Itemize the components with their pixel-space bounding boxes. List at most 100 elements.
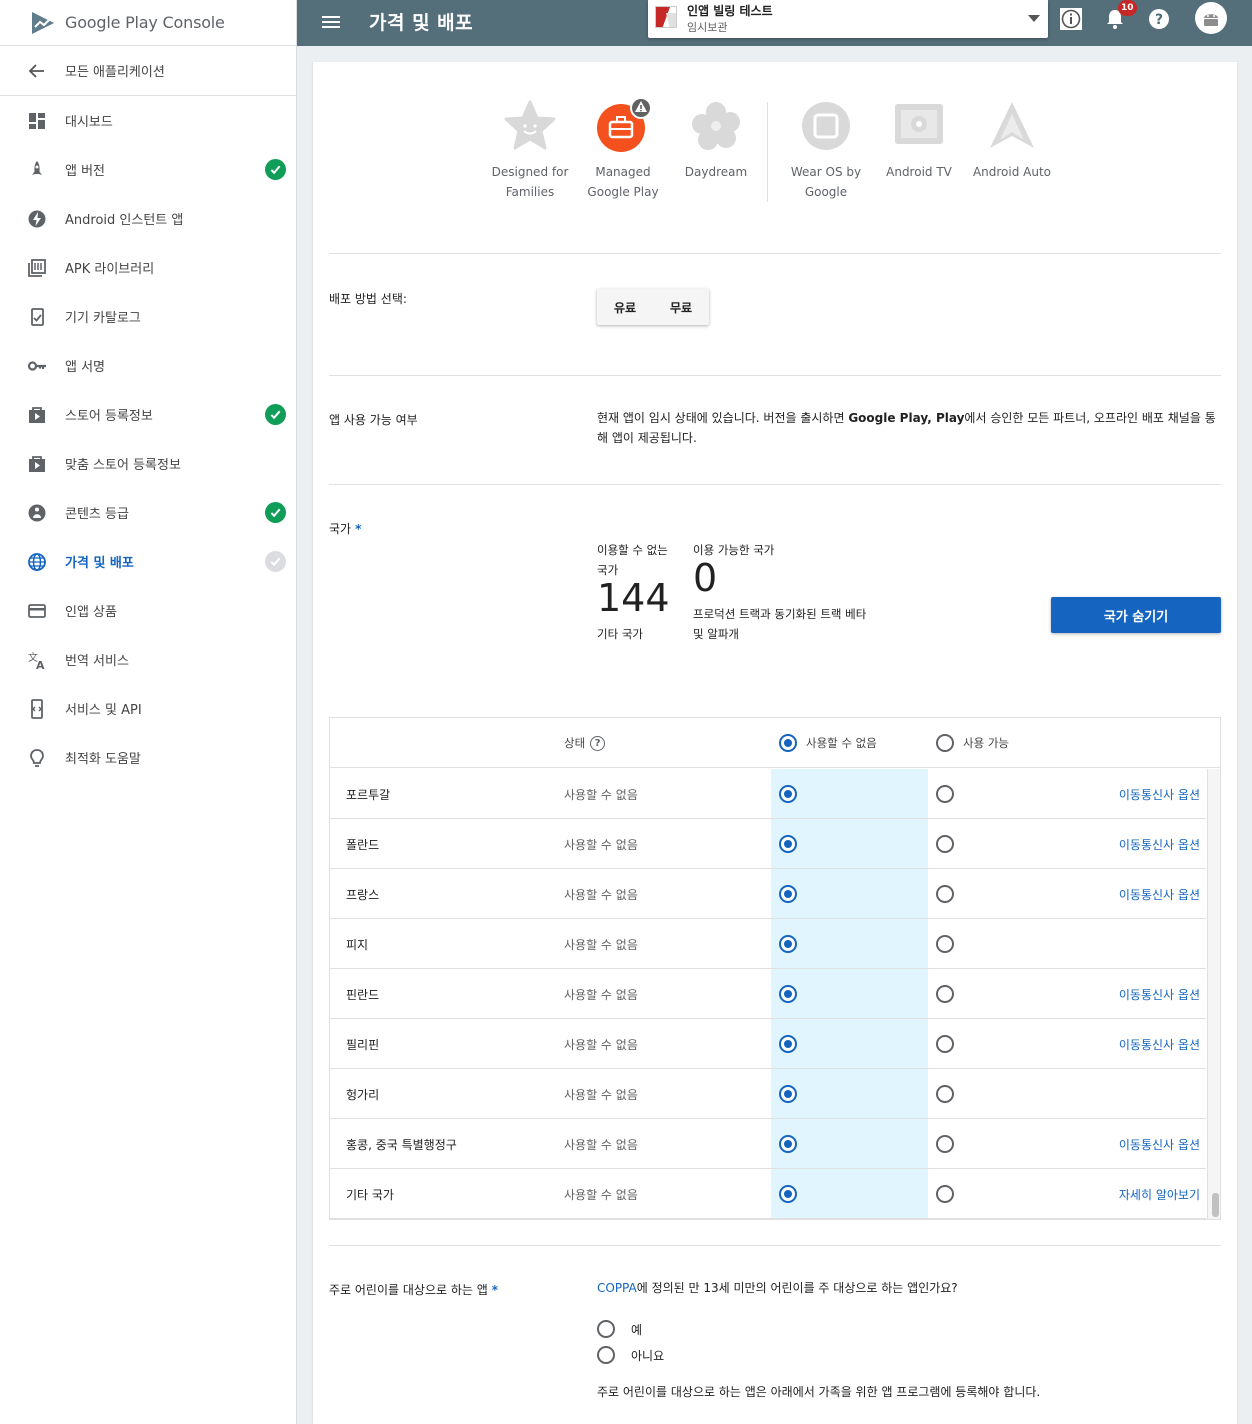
header-unavailable-all[interactable]: 사용할 수 없음	[779, 734, 877, 752]
sidebar-item-4[interactable]: 기기 카탈로그	[0, 292, 296, 341]
radio-unavailable[interactable]	[779, 1185, 797, 1203]
carrier-options-link[interactable]: 이동통신사 옵션	[1119, 786, 1200, 803]
info-icon[interactable]	[1059, 7, 1083, 31]
radio-unavailable[interactable]	[779, 985, 797, 1003]
scrollbar-thumb[interactable]	[1212, 1193, 1219, 1217]
sidebar-item-8[interactable]: 콘텐츠 등급	[0, 488, 296, 537]
radio-available[interactable]	[936, 985, 954, 1003]
credit-card-icon	[26, 600, 48, 622]
check-circle-icon	[265, 159, 286, 180]
option-no[interactable]: 아니요	[597, 1346, 664, 1364]
translate-icon: 文A	[26, 649, 48, 671]
help-icon[interactable]: ?	[1147, 7, 1171, 31]
sidebar: Google Play Console 모든 애플리케이션 대시보드앱 버전 An…	[0, 0, 297, 1424]
country-status: 사용할 수 없음	[564, 788, 638, 802]
sidebar-item-7[interactable]: 맞춤 스토어 등록정보	[0, 439, 296, 488]
required-asterisk: *	[355, 522, 362, 536]
paid-option[interactable]: 유료	[614, 299, 636, 316]
free-option[interactable]: 무료	[670, 299, 692, 316]
carrier-options-link[interactable]: 이동통신사 옵션	[1119, 986, 1200, 1003]
option-yes[interactable]: 예	[597, 1320, 642, 1338]
sidebar-item-12[interactable]: 서비스 및 API	[0, 684, 296, 733]
radio-available[interactable]	[936, 1185, 954, 1203]
watch-icon	[798, 98, 854, 154]
availability-text-part: 현재 앱이 임시 상태에 있습니다. 버전을 출시하면	[597, 411, 849, 425]
sidebar-item-label: 맞춤 스토어 등록정보	[65, 458, 181, 473]
radio-available[interactable]	[936, 1135, 954, 1153]
sidebar-nav: 대시보드앱 버전 Android 인스턴트 앱 APK 라이브러리 기기 카탈로그 앱 …	[0, 96, 296, 782]
play-console-logo-icon	[32, 11, 54, 34]
radio-unavailable[interactable]	[779, 885, 797, 903]
carrier-options-link[interactable]: 이동통신사 옵션	[1119, 1036, 1200, 1053]
sidebar-item-6[interactable]: 스토어 등록정보	[0, 390, 296, 439]
radio-unavailable[interactable]	[779, 1135, 797, 1153]
hide-countries-button[interactable]: 국가 숨기기	[1051, 597, 1221, 633]
radio-available[interactable]	[936, 885, 954, 903]
carrier-options-link[interactable]: 이동통신사 옵션	[1119, 1136, 1200, 1153]
topbar: 가격 및 배포 인앱 빌링 테스트 임시보관 10 ?	[297, 0, 1252, 46]
radio-unavailable[interactable]	[779, 1085, 797, 1103]
radio-available[interactable]	[936, 1035, 954, 1053]
country-status: 사용할 수 없음	[564, 1188, 638, 1202]
sidebar-item-9[interactable]: 가격 및 배포	[0, 537, 296, 586]
sidebar-item-3[interactable]: APK 라이브러리	[0, 243, 296, 292]
coppa-link[interactable]: COPPA	[597, 1281, 637, 1295]
back-to-all-apps[interactable]: 모든 애플리케이션	[0, 46, 296, 96]
radio-available[interactable]	[936, 785, 954, 803]
radio-unavailable[interactable]	[779, 935, 797, 953]
sidebar-item-label: 콘텐츠 등급	[65, 507, 129, 522]
availability-text-bold: Google Play, Play	[848, 411, 965, 425]
dashboard-icon	[26, 110, 48, 132]
app-status: 임시보관	[687, 21, 728, 34]
sidebar-item-label: 앱 버전	[65, 164, 106, 179]
briefcase-icon	[595, 97, 652, 154]
sidebar-item-10[interactable]: 인앱 상품	[0, 586, 296, 635]
sidebar-item-11[interactable]: 文 A 번역 서비스	[0, 635, 296, 684]
sidebar-item-label: 가격 및 배포	[65, 556, 134, 571]
app-picker[interactable]: 인앱 빌링 테스트 임시보관	[648, 0, 1048, 38]
chevron-down-icon[interactable]	[1028, 15, 1040, 22]
radio-no[interactable]	[597, 1346, 615, 1364]
menu-icon[interactable]	[321, 12, 341, 32]
program-daydream[interactable]: Daydream	[669, 98, 763, 182]
available-countries-sub-2: 및 알파개	[693, 627, 739, 641]
program-divider	[767, 102, 768, 202]
radio-unavailable[interactable]	[779, 835, 797, 853]
carrier-options-link[interactable]: 이동통신사 옵션	[1119, 886, 1200, 903]
country-name: 홍콩, 중국 특별행정구	[346, 1138, 457, 1152]
radio-available[interactable]	[936, 1085, 954, 1103]
sidebar-item-0[interactable]: 대시보드	[0, 96, 296, 145]
sidebar-item-13[interactable]: 최적화 도움말	[0, 733, 296, 782]
key-icon	[26, 355, 48, 377]
brand[interactable]: Google Play Console	[0, 0, 296, 46]
program-managed-play[interactable]: Managed Google Play	[576, 97, 670, 202]
radio-available[interactable]	[936, 835, 954, 853]
radio-unavailable[interactable]	[779, 785, 797, 803]
table-scrollbar[interactable]	[1207, 769, 1220, 1219]
arrow-back-icon	[26, 60, 48, 82]
country-name: 폴란드	[346, 838, 380, 852]
program-managed-line1: Managed	[595, 165, 651, 179]
program-wear-os[interactable]: Wear OS by Google	[779, 98, 873, 202]
program-android-auto[interactable]: Android Auto	[965, 98, 1059, 182]
radio-available[interactable]	[936, 935, 954, 953]
radio-unavailable-all[interactable]	[779, 734, 797, 752]
radio-yes[interactable]	[597, 1320, 615, 1338]
country-name: 기타 국가	[346, 1188, 394, 1202]
help-circle-icon[interactable]: ?	[590, 735, 606, 751]
header-available-all[interactable]: 사용 가능	[936, 734, 1009, 752]
program-families[interactable]: Designed for Families	[483, 98, 577, 202]
avatar[interactable]	[1195, 2, 1227, 34]
program-android-tv[interactable]: Android TV	[872, 98, 966, 182]
program-managed-line2: Google Play	[587, 185, 659, 199]
carrier-options-link[interactable]: 이동통신사 옵션	[1119, 836, 1200, 853]
unavailable-countries-sub: 기타 국가	[597, 627, 643, 641]
sidebar-item-1[interactable]: 앱 버전	[0, 145, 296, 194]
table-row: 홍콩, 중국 특별행정구 사용할 수 없음 이동통신사 옵션	[330, 1119, 1206, 1169]
radio-available-all[interactable]	[936, 734, 954, 752]
sidebar-item-2[interactable]: Android 인스턴트 앱	[0, 194, 296, 243]
carrier-options-link[interactable]: 자세히 알아보기	[1119, 1186, 1200, 1203]
radio-unavailable[interactable]	[779, 1035, 797, 1053]
android-avatar-icon	[1204, 14, 1218, 26]
sidebar-item-5[interactable]: 앱 서명	[0, 341, 296, 390]
